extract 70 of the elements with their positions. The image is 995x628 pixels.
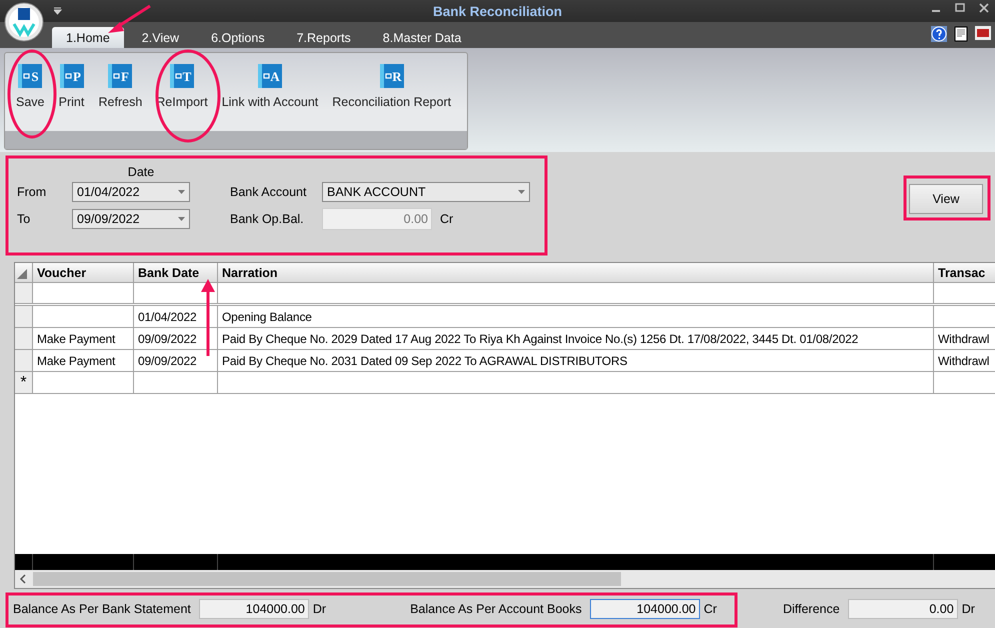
ribbon-tab[interactable]: 1.Home	[52, 27, 124, 48]
table-cell: 09/09/2022	[134, 328, 218, 349]
close-icon[interactable]	[979, 3, 989, 13]
table-cell: Paid By Cheque No. 2031 Dated 09 Sep 2022 To AGRAWAL DISTRIBUTORS	[218, 350, 934, 371]
filter-row[interactable]	[15, 283, 995, 306]
table-cell: Make Payment	[33, 350, 134, 371]
table-cell: Withdrawl	[934, 328, 995, 349]
maximize-icon[interactable]	[955, 3, 965, 13]
to-date-field[interactable]: 09/09/2022	[72, 209, 190, 229]
table-cell: Paid By Cheque No. 2029 Dated 17 Aug 2022 To Riya Kh Against Invoice No.(s) 1256 Dt. 17/08/2022, 3445 Dt. 01/08/2022	[218, 328, 934, 349]
ribbon-tab[interactable]: 2.View	[128, 27, 194, 48]
toolbar-button[interactable]: F Refresh	[98, 63, 142, 131]
balance-field[interactable]: 104000.00	[198, 598, 309, 618]
quick-access-icon[interactable]	[54, 7, 62, 15]
table-cell: 09/09/2022	[134, 350, 218, 371]
balance-field[interactable]: 0.00	[848, 598, 958, 618]
table-cell: Withdrawl	[934, 350, 995, 371]
dropdown-caret-icon	[518, 190, 525, 194]
dropdown-caret-icon	[178, 217, 185, 221]
book-icon: F	[107, 63, 134, 89]
exit-sign-icon[interactable]	[975, 26, 991, 40]
help-icon[interactable]	[931, 26, 947, 42]
from-date-field[interactable]: 01/04/2022	[72, 182, 190, 202]
balance-suffix: Cr	[704, 602, 717, 616]
bank-account-dropdown[interactable]: BANK ACCOUNT	[322, 182, 530, 202]
book-icon: R	[378, 63, 405, 89]
dropdown-caret-icon	[178, 190, 185, 194]
annotation-arrow	[108, 4, 151, 33]
book-icon: P	[58, 63, 84, 89]
new-row-marker: *	[20, 374, 27, 390]
toolbar-button[interactable]: S Save	[16, 63, 44, 131]
row-header[interactable]: *	[15, 372, 33, 393]
table-row[interactable]: 01/04/2022 Opening Balance	[15, 306, 995, 328]
opening-balance-field[interactable]: 0.00	[322, 208, 432, 230]
to-label: To	[17, 212, 32, 226]
table-row[interactable]: Make Payment 09/09/2022 Paid By Cheque No. 2031 Dated 09 Sep 2022 To AGRAWAL DISTRIBUTORS Withdrawl	[15, 350, 995, 372]
horizontal-scrollbar[interactable]	[15, 570, 995, 588]
balance-suffix: Dr	[312, 602, 326, 616]
bank-account-label: Bank Account	[229, 185, 308, 199]
balance-suffix: Cr	[440, 212, 454, 226]
window-title: Bank Reconciliation	[432, 4, 562, 18]
book-icon: S	[17, 63, 44, 89]
date-heading: Date	[128, 165, 154, 179]
view-button[interactable]: View	[909, 184, 983, 214]
table-row[interactable]: Make Payment 09/09/2022 Paid By Cheque No. 2029 Dated 17 Aug 2022 To Riya Kh Against Invoice No.(s) 1256 Dt. 17/08/2022, 3445 Dt. 01/08/2022 Withdrawl	[15, 328, 995, 350]
balance-suffix: Dr	[962, 602, 975, 616]
select-all-icon[interactable]	[15, 266, 27, 278]
from-label: From	[17, 185, 48, 199]
balance-field[interactable]: 104000.00	[590, 598, 700, 618]
table-cell: Make Payment	[33, 328, 134, 349]
balance-label: Difference	[782, 602, 840, 616]
new-table-row[interactable]: *	[15, 372, 995, 394]
ribbon-tab[interactable]: 8.Master Data	[368, 27, 476, 48]
column-header[interactable]: Transac	[934, 263, 995, 282]
ribbon-tab[interactable]: 6.Options	[197, 27, 279, 48]
opening-balance-label: Bank Op.Bal.	[229, 212, 305, 226]
balance-label: Balance As Per Bank Statement	[13, 602, 191, 616]
balance-label: Balance As Per Account Books	[410, 602, 582, 616]
book-icon: T	[168, 63, 195, 89]
column-header[interactable]: Voucher	[33, 263, 134, 282]
ribbon-tab[interactable]: 7.Reports	[282, 27, 365, 48]
table-cell: Opening Balance	[218, 306, 934, 327]
column-header[interactable]: Narration	[218, 263, 934, 282]
document-icon[interactable]	[954, 26, 968, 42]
toolbar-button[interactable]: P Print	[58, 63, 84, 131]
column-header[interactable]: Bank Date	[134, 263, 218, 282]
toolbar-button[interactable]: A Link with Account	[222, 63, 318, 131]
toolbar-button[interactable]: R Reconciliation Report	[332, 63, 452, 131]
table-cell: 01/04/2022	[134, 306, 218, 327]
book-icon: A	[256, 63, 283, 89]
